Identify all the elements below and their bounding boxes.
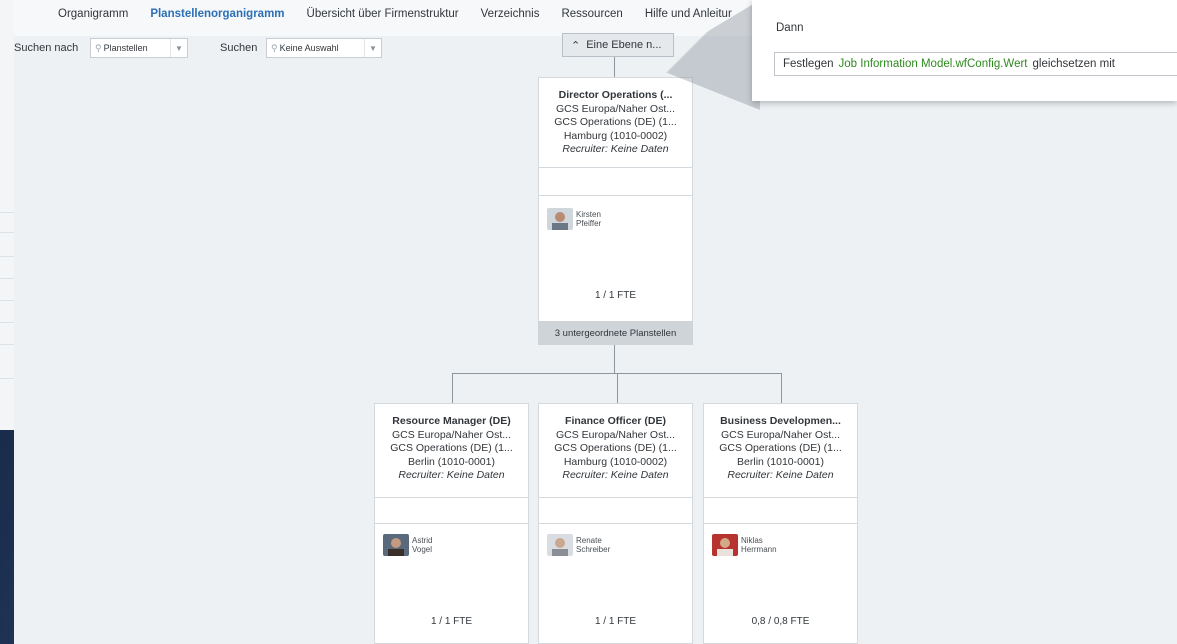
position-recruiter: Recruiter: Keine Daten (562, 143, 669, 155)
position-detail: Berlin (1010-0001) (408, 455, 495, 468)
fte-value: 1 / 1 FTE (430, 616, 473, 627)
position-detail: GCS Operations (DE) (1... (390, 442, 513, 454)
position-detail: GCS Operations (DE) (1... (554, 116, 677, 128)
search-label: Suchen (220, 42, 258, 54)
chevron-up-icon: ⌃ (571, 39, 581, 52)
connector-line (452, 373, 453, 403)
rule-callout: Dann Festlegen Job Information Model.wfC… (752, 0, 1177, 101)
position-detail: GCS Operations (DE) (1... (719, 442, 842, 454)
position-detail: Hamburg (1010-0002) (563, 129, 668, 142)
avatar (547, 208, 573, 230)
incumbent[interactable]: Renate Schreiber (547, 534, 610, 556)
chevron-down-icon[interactable]: ▼ (364, 39, 381, 57)
fte-value: 1 / 1 FTE (594, 616, 637, 627)
position-detail: Berlin (1010-0001) (737, 455, 824, 468)
search-icon: ⚲ (95, 42, 102, 53)
position-detail: Hamburg (1010-0002) (563, 455, 668, 468)
search-by-label: Suchen nach (14, 42, 79, 54)
incumbent[interactable]: Niklas Herrmann (712, 534, 777, 556)
tab-organigramm[interactable]: Organigramm (58, 8, 128, 20)
search-by-value: Planstellen (103, 43, 148, 53)
tab-hilfe[interactable]: Hilfe und Anleitur (645, 8, 732, 20)
position-detail: GCS Europa/Naher Ost... (555, 428, 676, 441)
incumbent[interactable]: Astrid Vogel (383, 534, 432, 556)
avatar (383, 534, 409, 556)
rule-expression[interactable]: Festlegen Job Information Model.wfConfig… (774, 52, 1177, 76)
search-value: Keine Auswahl (279, 43, 339, 53)
position-detail: GCS Operations (DE) (1... (554, 442, 677, 454)
position-recruiter: Recruiter: Keine Daten (398, 469, 505, 481)
tab-firmenstruktur[interactable]: Übersicht über Firmenstruktur (307, 8, 459, 20)
chevron-down-icon[interactable]: ▼ (170, 39, 187, 57)
rule-field-link[interactable]: Job Information Model.wfConfig.Wert (839, 58, 1028, 70)
position-recruiter: Recruiter: Keine Daten (562, 469, 669, 481)
connector-line (617, 373, 618, 403)
avatar (712, 534, 738, 556)
nav-tabs: Organigramm Planstellenorganigramm Übers… (58, 8, 732, 20)
search-icon: ⚲ (271, 42, 278, 53)
connector-line (614, 345, 615, 373)
tab-ressourcen[interactable]: Ressourcen (561, 8, 622, 20)
position-title: Resource Manager (DE) (392, 415, 511, 427)
position-title: Director Operations (... (558, 89, 673, 101)
subordinates-button[interactable]: 3 untergeordnete Planstellen (538, 321, 693, 345)
position-title: Finance Officer (DE) (565, 415, 666, 427)
rule-suffix: gleichsetzen mit (1032, 58, 1115, 70)
position-detail: GCS Europa/Naher Ost... (555, 102, 676, 115)
connector-line (781, 373, 782, 403)
tab-verzeichnis[interactable]: Verzeichnis (481, 8, 540, 20)
fte-value: 1 / 1 FTE (594, 290, 637, 301)
rule-prefix: Festlegen (783, 58, 834, 70)
search-by-select[interactable]: ⚲ Planstellen ▼ (90, 38, 188, 58)
position-detail: GCS Europa/Naher Ost... (720, 428, 841, 441)
tab-planstellenorganigramm[interactable]: Planstellenorganigramm (150, 8, 284, 20)
position-card-root[interactable]: Director Operations (... GCS Europa/Nahe… (538, 77, 693, 322)
position-card[interactable]: Business Developmen... GCS Europa/Naher … (703, 403, 858, 644)
connector-line (614, 57, 615, 77)
fte-value: 0,8 / 0,8 FTE (751, 616, 810, 627)
position-detail: GCS Europa/Naher Ost... (391, 428, 512, 441)
incumbent[interactable]: Kirsten Pfeiffer (547, 208, 601, 230)
position-card[interactable]: Finance Officer (DE) GCS Europa/Naher Os… (538, 403, 693, 644)
position-title: Business Developmen... (720, 415, 841, 427)
background-window-edge (0, 0, 15, 430)
search-input[interactable]: ⚲ Keine Auswahl ▼ (266, 38, 382, 58)
position-recruiter: Recruiter: Keine Daten (727, 469, 834, 481)
then-label: Dann (776, 22, 804, 34)
position-card[interactable]: Resource Manager (DE) GCS Europa/Naher O… (374, 403, 529, 644)
avatar (547, 534, 573, 556)
up-one-level-button[interactable]: ⌃ Eine Ebene n... (562, 33, 674, 57)
